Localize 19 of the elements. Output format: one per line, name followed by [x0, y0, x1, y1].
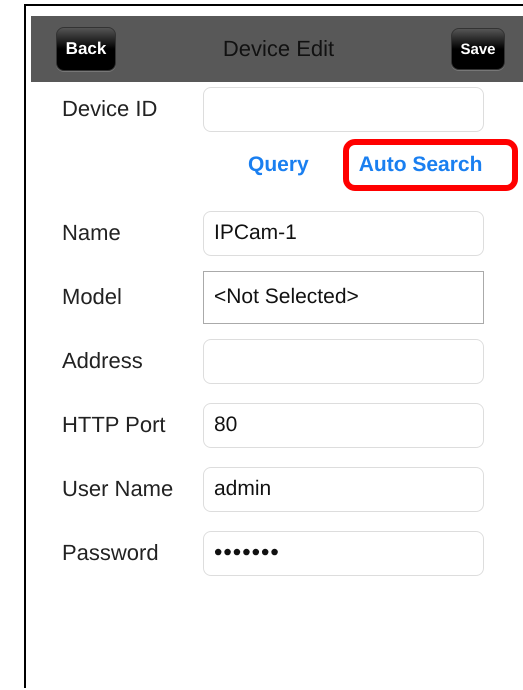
screen-title: Device Edit — [222, 36, 334, 62]
save-button[interactable]: Save — [451, 28, 505, 70]
link[interactable]: Query — [248, 153, 309, 176]
field-label: Address — [62, 348, 144, 374]
select-field[interactable]: <Not Selected> — [203, 270, 484, 324]
password-field[interactable]: ••••••• — [203, 530, 484, 576]
input-field[interactable] — [203, 338, 484, 384]
field-label: Device ID — [62, 96, 158, 122]
field-label: Model — [62, 284, 123, 310]
input-field[interactable] — [203, 86, 484, 132]
field-label: User Name — [62, 476, 174, 502]
back-button[interactable]: Back — [56, 27, 116, 71]
field-label: HTTP Port — [62, 412, 167, 438]
input-field[interactable]: IPCam-1 — [203, 210, 484, 256]
field-label: Name — [62, 220, 122, 246]
input-field[interactable]: admin — [203, 466, 484, 512]
input-field[interactable]: 80 — [203, 402, 484, 448]
link[interactable]: Auto Search — [358, 153, 482, 176]
field-label: Password — [62, 540, 160, 566]
